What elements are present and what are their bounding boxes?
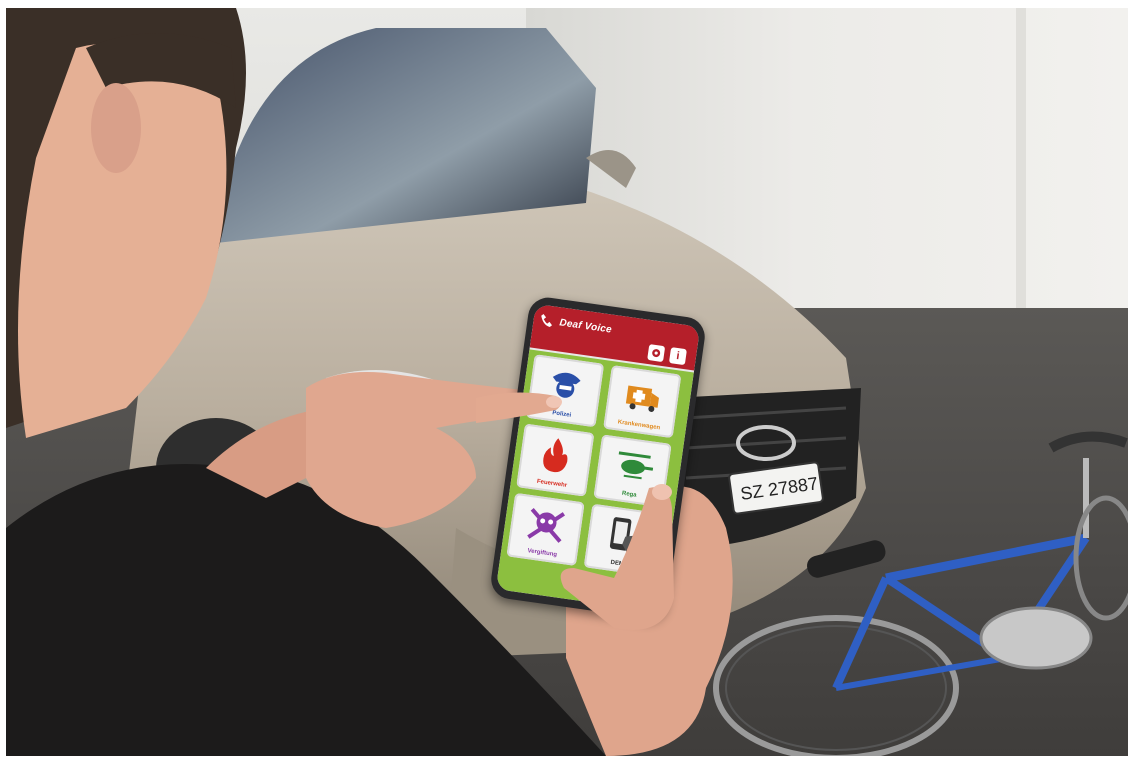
phone-logo-icon bbox=[539, 313, 555, 329]
fallen-bicycle bbox=[713, 431, 1128, 756]
ambulance-icon bbox=[625, 385, 659, 412]
gear-icon[interactable] bbox=[647, 344, 666, 363]
index-finger bbox=[476, 392, 562, 423]
tile-krankenwagen[interactable]: Krankenwagen bbox=[603, 365, 682, 439]
photo-scene: SZ 27887 Deaf Voice i Polizei Krankenwag… bbox=[6, 8, 1128, 756]
tile-label: Krankenwagen bbox=[617, 419, 661, 432]
thumb bbox=[560, 484, 674, 630]
app-title: Deaf Voice bbox=[558, 317, 613, 336]
info-icon[interactable]: i bbox=[668, 347, 687, 366]
fire-icon bbox=[543, 438, 568, 473]
